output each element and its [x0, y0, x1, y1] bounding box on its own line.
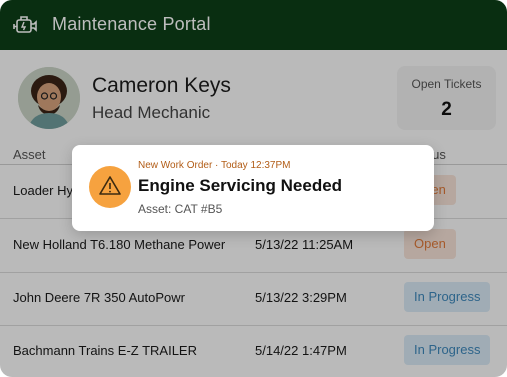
- warning-icon: [99, 176, 121, 195]
- notification-title: Engine Servicing Needed: [138, 176, 343, 195]
- notification-card[interactable]: New Work Order · Today 12:37PM Engine Se…: [72, 145, 434, 231]
- warning-badge: [89, 166, 131, 208]
- notification-meta: New Work Order · Today 12:37PM: [138, 160, 291, 171]
- notification-subtitle: Asset: CAT #B5: [138, 202, 223, 216]
- app-window: Maintenance Portal Cameron Keys Head Mec…: [0, 0, 507, 377]
